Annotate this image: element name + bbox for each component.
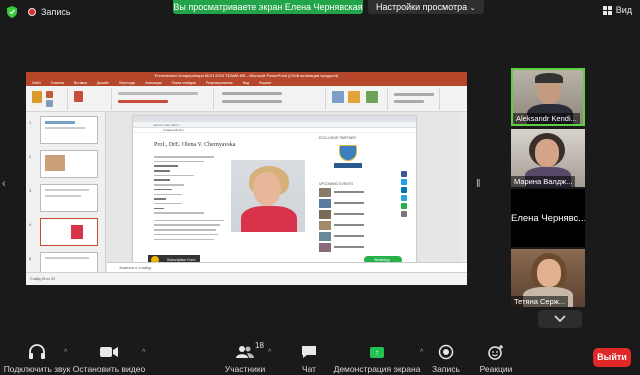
- view-button[interactable]: Вид: [602, 5, 632, 15]
- shared-screen[interactable]: Presentation Конференция МСН 2020 ТЕАМ8 …: [26, 72, 467, 285]
- thumb-number: 4: [29, 222, 32, 227]
- prev-page-icon[interactable]: ‹: [2, 178, 6, 190]
- event-item[interactable]: [319, 243, 371, 252]
- powerpoint-ribbon: [26, 86, 467, 112]
- grid-icon: [602, 5, 612, 15]
- thumb-number: 1: [29, 120, 32, 125]
- share-banner: Вы просматриваете экран Елена Чернявская: [173, 0, 363, 14]
- participant-name: Марина Валдж...: [511, 176, 576, 187]
- record-label: Запись: [432, 364, 460, 374]
- slide-thumbnail-selected[interactable]: [40, 218, 98, 246]
- record-button[interactable]: Запись: [430, 336, 462, 375]
- chat-label: Чат: [301, 364, 317, 374]
- participants-button[interactable]: 18 Участники: [222, 336, 268, 375]
- view-settings-button[interactable]: Настройки просмотра ⌄: [368, 0, 484, 14]
- slide-scrollbar[interactable]: [461, 112, 467, 262]
- participant-name: Тетяна Серж...: [511, 296, 569, 307]
- chat-button[interactable]: Чат: [296, 336, 322, 375]
- caret-up-icon[interactable]: ^: [420, 349, 423, 356]
- video-label: Остановить видео: [72, 364, 146, 374]
- slide-thumbnail[interactable]: [40, 184, 98, 212]
- chat-icon: [302, 346, 316, 358]
- telegram-icon[interactable]: [401, 195, 407, 201]
- reactions-label: Реакции: [479, 364, 513, 374]
- share-icon[interactable]: [401, 211, 407, 217]
- events-title: UPCOMING EVENTS: [319, 182, 354, 186]
- share-screen-button[interactable]: ↑ Демонстрация экрана: [334, 336, 420, 375]
- participants-icon: [236, 346, 254, 358]
- slide-notes[interactable]: Заметки к слайду: [107, 262, 467, 272]
- profile-photo: [231, 160, 305, 232]
- participant-name: Aleksandr Kendi...: [513, 113, 580, 124]
- participant-tile[interactable]: Марина Валдж...: [511, 129, 585, 187]
- caret-up-icon[interactable]: ^: [268, 349, 271, 356]
- current-slide[interactable]: ucrs.ivn.nure.ua/ru/... Главная Войти Pr…: [133, 116, 416, 266]
- recording-label: Запись: [41, 7, 71, 17]
- participants-label: Участники: [224, 364, 266, 374]
- shield-icon[interactable]: [7, 6, 17, 18]
- event-item[interactable]: [319, 232, 371, 241]
- smiley-plus-icon: [488, 345, 503, 360]
- event-item[interactable]: [319, 221, 371, 230]
- share-screen-icon: ↑: [370, 346, 384, 358]
- record-icon: [438, 344, 454, 360]
- nav-link: Главная: [163, 128, 175, 132]
- event-item[interactable]: [319, 188, 371, 197]
- thumb-number: 3: [29, 188, 32, 193]
- profile-name: Prof., DrE. Olena V. Chernyavska: [154, 142, 236, 148]
- audio-button[interactable]: Подключить звук: [4, 336, 70, 375]
- whatsapp-icon[interactable]: [401, 203, 407, 209]
- share-label: Демонстрация экрана: [333, 364, 421, 374]
- slide-thumbnail[interactable]: [40, 150, 98, 178]
- powerpoint-workspace: 1 2 3 4 5 ucrs.ivn.nure.ua/ru/... Главна…: [26, 112, 467, 280]
- headphones-icon: [29, 344, 45, 359]
- chevron-down-icon: ⌄: [469, 5, 476, 12]
- participant-tile[interactable]: Тетяна Серж...: [511, 249, 585, 307]
- participants-count: 18: [255, 341, 264, 350]
- powerpoint-status-bar: Слайд 25 из 33: [26, 272, 467, 285]
- caret-up-icon[interactable]: ^: [142, 349, 145, 356]
- profile-details: [154, 156, 224, 243]
- recording-indicator[interactable]: Запись: [28, 7, 71, 17]
- reactions-button[interactable]: Реакции: [478, 336, 514, 375]
- video-camera-icon: [100, 347, 118, 357]
- caret-up-icon[interactable]: ^: [64, 349, 67, 356]
- meeting-toolbar: Подключить звук ^ Остановить видео ^ 18 …: [0, 336, 640, 375]
- thumb-number: 2: [29, 154, 32, 159]
- facebook-icon[interactable]: [401, 171, 407, 177]
- view-settings-label: Настройки просмотра: [376, 2, 468, 12]
- slide-thumbnails[interactable]: 1 2 3 4 5: [26, 112, 106, 280]
- view-button-label: Вид: [615, 5, 632, 15]
- event-item[interactable]: [319, 210, 371, 219]
- partner-title: EXCLUSIVE PARTNER: [319, 136, 357, 140]
- social-share-bar: [401, 171, 407, 219]
- record-dot-icon: [28, 8, 36, 16]
- nav-link: Войти: [175, 128, 184, 132]
- event-item[interactable]: [319, 199, 371, 208]
- thumb-number: 5: [29, 256, 32, 261]
- window-title: Presentation Конференция МСН 2020 ТЕАМ8 …: [154, 73, 339, 78]
- slide-editor: ucrs.ivn.nure.ua/ru/... Главная Войти Pr…: [107, 112, 467, 266]
- gallery-divider-icon[interactable]: ‖: [476, 178, 481, 190]
- linkedin-icon[interactable]: [401, 187, 407, 193]
- gallery-scroll-button[interactable]: [538, 310, 582, 328]
- slide-counter: Слайд 25 из 33: [30, 277, 55, 281]
- twitter-icon[interactable]: [401, 179, 407, 185]
- chevron-down-icon: [554, 315, 566, 323]
- participant-tile[interactable]: Елена Чернявс...: [511, 189, 585, 247]
- participant-tile[interactable]: Aleksandr Kendi...: [511, 68, 585, 126]
- leave-meeting-button[interactable]: Выйти: [593, 348, 631, 367]
- participant-name: Елена Чернявс...: [511, 213, 585, 224]
- powerpoint-title-bar: Presentation Конференция МСН 2020 ТЕАМ8 …: [26, 72, 467, 80]
- audio-label: Подключить звук: [3, 364, 71, 374]
- page-nav: Главная Войти: [133, 128, 416, 133]
- partner-logo: [330, 143, 366, 171]
- meeting-top-bar: Запись Вы просматриваете экран Елена Чер…: [0, 0, 640, 24]
- video-button[interactable]: Остановить видео: [72, 336, 146, 375]
- slide-thumbnail[interactable]: [40, 116, 98, 144]
